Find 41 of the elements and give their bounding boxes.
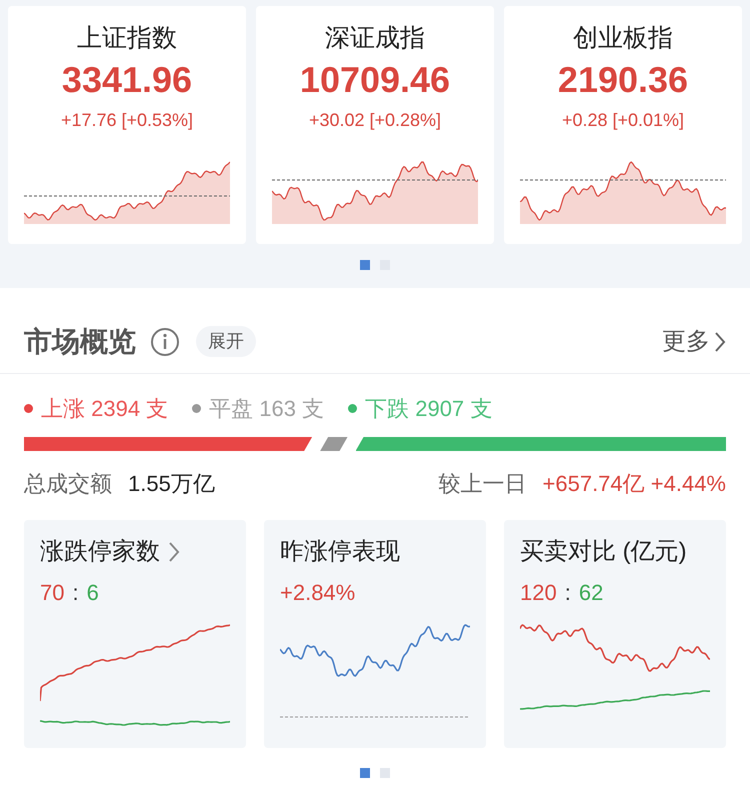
index-change: +17.76 [+0.53%] [60,109,194,132]
chevron-icon[interactable] [714,330,726,352]
expand-button[interactable]: 展开 [196,326,256,357]
chevron-icon[interactable] [168,541,180,563]
stat-card[interactable]: 涨跌停家数 70 : 6 [24,520,246,748]
section-title: 市场概览 [24,324,136,358]
info-icon[interactable] [150,326,180,356]
index-card[interactable]: 上证指数 3341.96 +17.76 [+0.53%] [8,6,246,244]
page-indicator[interactable] [380,768,390,778]
ratio-separator: : [564,579,571,607]
turnover-value: 1.55万亿 [128,470,215,498]
index-change: +0.28 [+0.01%] [562,109,684,132]
index-value: 10709.46 [300,58,450,102]
index-card[interactable]: 创业板指 2190.36 +0.28 [+0.01%] [504,6,742,244]
compare-label: 较上一日 [438,470,527,498]
turnover-label: 总成交额 [24,470,112,498]
stat-card[interactable]: 昨涨停表现 +2.84% [264,520,486,748]
up-count: 120 [520,579,557,607]
page-indicator[interactable] [360,768,370,778]
page-indicator[interactable] [360,260,370,270]
down-count: 6 [86,579,99,607]
turnover-change: +657.74亿 +4.44% [542,470,726,498]
breadth-count: 上涨 2394 支 [41,395,168,423]
breadth-count: 下跌 2907 支 [365,395,492,423]
index-name: 上证指数 [77,23,177,54]
card-title: 昨涨停表现 [280,537,400,567]
card-title: 买卖对比 (亿元) [520,537,687,567]
index-value: 3341.96 [62,58,192,102]
up-count: 70 [40,579,64,607]
down-count: 62 [578,579,604,607]
change-percent: +2.84% [280,579,356,607]
index-value: 2190.36 [558,58,688,102]
index-name: 创业板指 [573,23,673,54]
ratio-separator: : [72,579,79,607]
index-change: +30.02 [+0.28%] [308,109,442,132]
stat-card[interactable]: 买卖对比 (亿元) 120 : 62 [504,520,726,748]
more-link[interactable]: 更多 [662,324,726,360]
breadth-count: 平盘 163 支 [209,395,324,423]
index-card[interactable]: 深证成指 10709.46 +30.02 [+0.28%] [256,6,494,244]
card-title: 涨跌停家数 [40,537,160,567]
index-name: 深证成指 [325,23,425,54]
